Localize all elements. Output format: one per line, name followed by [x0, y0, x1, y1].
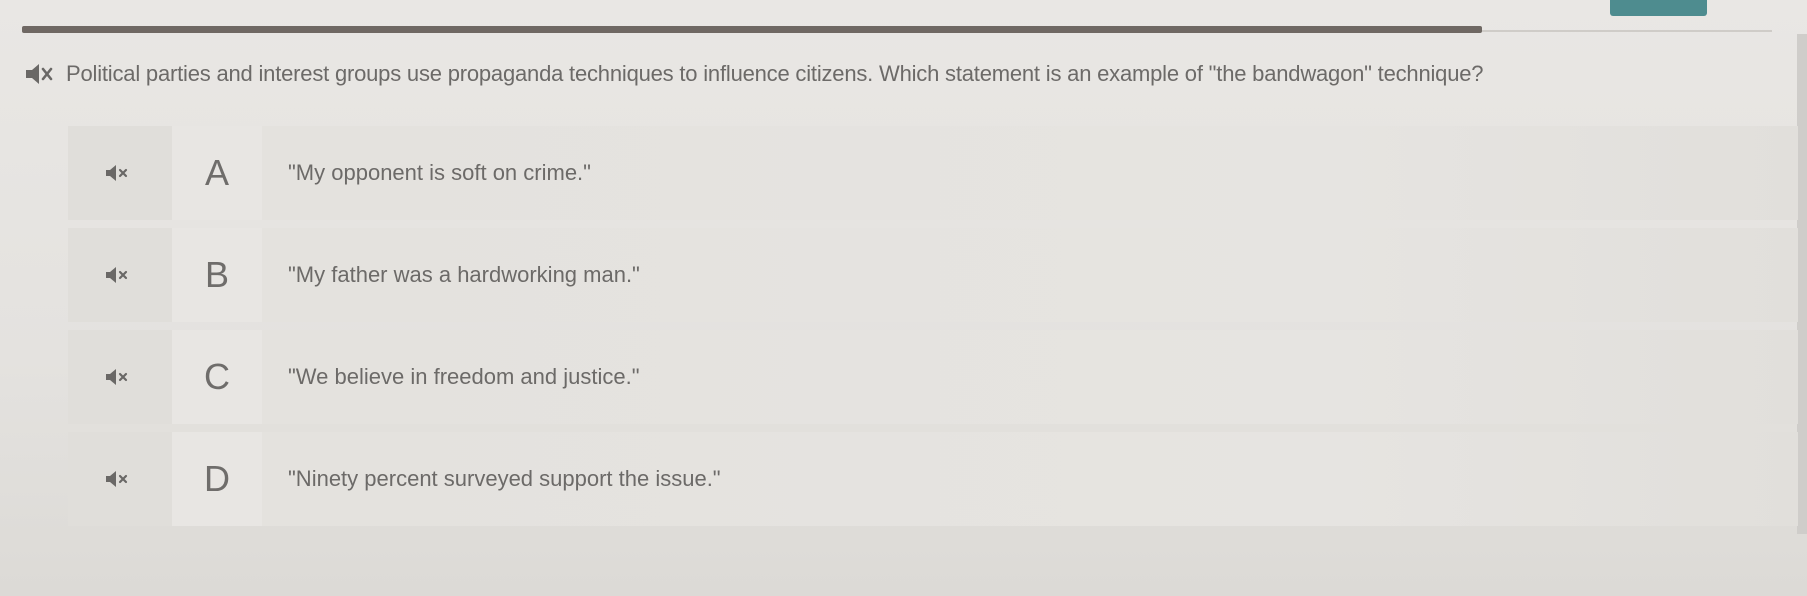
top-divider-light [1482, 30, 1772, 32]
option-text-cell[interactable]: "We believe in freedom and justice." [262, 330, 1798, 424]
option-letter-cell[interactable]: C [172, 330, 262, 424]
answer-option-b[interactable]: B "My father was a hardworking man." [68, 228, 1798, 322]
option-text-cell[interactable]: "Ninety percent surveyed support the iss… [262, 432, 1798, 526]
option-letter-cell[interactable]: D [172, 432, 262, 526]
speaker-icon [106, 471, 128, 487]
question-text: Political parties and interest groups us… [66, 61, 1484, 86]
answer-option-d[interactable]: D "Ninety percent surveyed support the i… [68, 432, 1798, 526]
audio-button[interactable] [68, 126, 172, 220]
audio-button[interactable] [68, 330, 172, 424]
option-letter: D [204, 458, 230, 499]
speaker-icon [106, 369, 128, 385]
answer-option-c[interactable]: C "We believe in freedom and justice." [68, 330, 1798, 424]
audio-button[interactable] [68, 432, 172, 526]
option-letter: B [204, 254, 229, 295]
option-text-cell[interactable]: "My father was a hardworking man." [262, 228, 1798, 322]
speaker-icon [106, 267, 128, 283]
option-text: "We believe in freedom and justice." [288, 364, 640, 389]
answer-options: A "My opponent is soft on crime." B "My … [68, 126, 1798, 534]
option-text: "My opponent is soft on crime." [288, 160, 591, 185]
audio-button[interactable] [68, 228, 172, 322]
option-text-cell[interactable]: "My opponent is soft on crime." [262, 126, 1798, 220]
option-letter-cell[interactable]: B [172, 228, 262, 322]
option-letter-cell[interactable]: A [172, 126, 262, 220]
option-letter: A [204, 152, 229, 193]
option-text: "My father was a hardworking man." [288, 262, 640, 287]
option-text: "Ninety percent surveyed support the iss… [288, 466, 721, 491]
option-letter: C [204, 356, 230, 397]
answer-option-a[interactable]: A "My opponent is soft on crime." [68, 126, 1798, 220]
right-edge-strip [1797, 34, 1807, 534]
speaker-icon[interactable] [24, 62, 66, 86]
header-button[interactable] [1610, 0, 1707, 16]
speaker-icon [106, 165, 128, 181]
top-divider [22, 26, 1482, 33]
question-row: Political parties and interest groups us… [24, 52, 1794, 96]
